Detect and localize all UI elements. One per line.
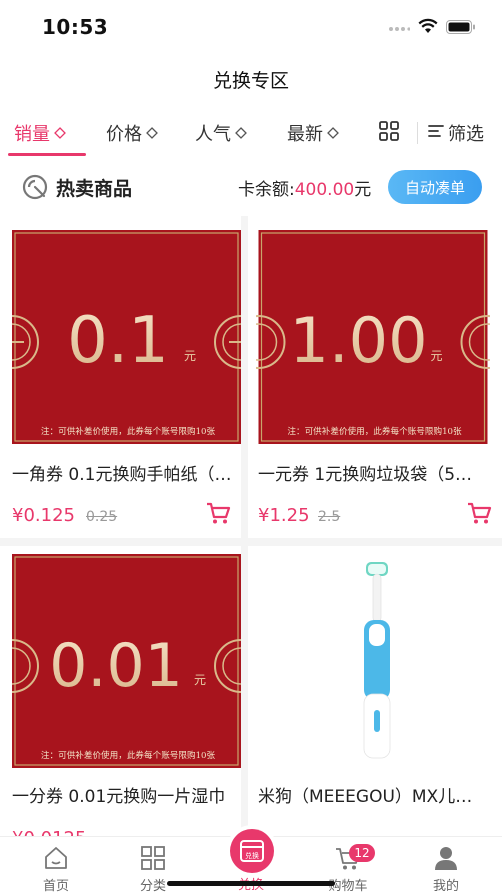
hot-title: 热卖商品: [56, 178, 133, 200]
filter-button[interactable]: 筛选: [428, 110, 484, 156]
filter-label: 筛选: [448, 124, 484, 145]
tab-category[interactable]: 分类: [103, 837, 203, 896]
product-card[interactable]: 0.1 元 注：可供补差价使用，此券每个账号限购10张 一角券 0.1元换购手帕…: [0, 216, 241, 538]
signal-icon: [388, 19, 411, 38]
profile-icon: [432, 844, 460, 872]
balance-label: 卡余额:: [238, 180, 295, 200]
category-icon: [139, 844, 167, 872]
hot-icon: [22, 174, 48, 204]
product-card[interactable]: 米狗（MEEEGOU）MX儿童电动牙刷 ¥: [248, 546, 502, 836]
balance-unit: 元: [354, 180, 372, 200]
sort-sales[interactable]: 销量: [14, 110, 66, 156]
tab-profile-label: 我的: [432, 879, 459, 894]
add-to-cart-icon[interactable]: [205, 500, 231, 526]
divider: [417, 122, 418, 144]
sort-newest-label: 最新: [287, 124, 323, 145]
filter-icon: [428, 123, 444, 144]
toothbrush-image: [256, 554, 490, 768]
coupon-image: 1.00 元 注：可供补差价使用，此券每个账号限购10张: [256, 230, 490, 444]
product-grid: 0.1 元 注：可供补差价使用，此券每个账号限购10张 一角券 0.1元换购手帕…: [0, 216, 502, 836]
coupon-unit: 元: [431, 349, 443, 363]
exchange-icon-text: 兑换: [245, 851, 259, 860]
auto-fill-button[interactable]: 自动凑单: [388, 170, 482, 204]
sort-popularity[interactable]: 人气: [195, 110, 247, 156]
coupon-unit: 元: [184, 349, 196, 363]
home-indicator: [167, 881, 335, 886]
exchange-icon: 兑换: [230, 829, 274, 873]
tab-exchange[interactable]: 兑换 兑换: [201, 829, 301, 896]
sort-sales-label: 销量: [14, 124, 50, 145]
sort-diamond-icon: [54, 123, 66, 144]
coupon-unit: 元: [194, 673, 206, 687]
add-to-cart-icon[interactable]: [466, 500, 492, 526]
coupon-note: 注：可供补差价使用，此券每个账号限购10张: [41, 425, 216, 437]
tab-home-label: 首页: [42, 879, 69, 894]
home-icon: [42, 844, 70, 872]
product-old-price: 0.25: [86, 509, 118, 525]
coupon-note: 注：可供补差价使用，此券每个账号限购10张: [41, 749, 216, 761]
active-tab-underline: [8, 153, 86, 156]
coupon-image: 0.01 元 注：可供补差价使用，此券每个账号限购10张: [12, 554, 241, 768]
coupon-image: 0.1 元 注：可供补差价使用，此券每个账号限购10张: [12, 230, 241, 444]
grid-icon: [378, 120, 400, 147]
product-title: 一角券 0.1元换购手帕纸（3包装）: [12, 465, 236, 485]
hot-products-bar: 热卖商品 卡余额:400.00元 自动凑单: [0, 162, 502, 212]
cart-count-badge: 12: [349, 844, 375, 862]
sort-diamond-icon: [235, 123, 247, 144]
product-card[interactable]: 1.00 元 注：可供补差价使用，此券每个账号限购10张 一元券 1元换购垃圾袋…: [248, 216, 502, 538]
product-title: 米狗（MEEEGOU）MX儿童电动牙刷: [258, 787, 482, 807]
card-balance: 卡余额:400.00元: [238, 175, 371, 200]
sort-diamond-icon: [146, 123, 158, 144]
status-time: 10:53: [42, 15, 109, 39]
tab-category-label: 分类: [139, 879, 166, 894]
product-price: ¥1.25: [258, 505, 310, 526]
battery-icon: [446, 19, 476, 38]
product-price: ¥0.0125: [12, 828, 86, 836]
grid-view-toggle[interactable]: [378, 110, 400, 156]
sort-diamond-icon: [327, 123, 339, 144]
product-title: 一元券 1元换购垃圾袋（5卷装）: [258, 465, 482, 485]
coupon-value: 1.00: [289, 304, 427, 377]
product-price: ¥0.125: [12, 505, 75, 526]
product-old-price: 2.5: [318, 509, 341, 525]
tab-home[interactable]: 首页: [6, 837, 106, 896]
coupon-note: 注：可供补差价使用，此券每个账号限购10张: [287, 425, 462, 437]
sort-bar: 销量 价格 人气 最新 筛选: [0, 110, 502, 156]
coupon-value: 0.01: [49, 631, 183, 701]
product-card[interactable]: 0.01 元 注：可供补差价使用，此券每个账号限购10张 一分券 0.01元换购…: [0, 546, 241, 836]
product-title: 一分券 0.01元换购一片湿巾: [12, 787, 226, 807]
sort-price[interactable]: 价格: [106, 110, 158, 156]
status-icons: [388, 18, 476, 38]
tab-profile[interactable]: 我的: [396, 837, 496, 896]
bottom-tab-bar: 首页 分类 兑换 兑换 购物车 12 我的: [0, 829, 502, 896]
sort-newest[interactable]: 最新: [287, 110, 339, 156]
sort-price-label: 价格: [106, 124, 142, 145]
coupon-value: 0.1: [67, 304, 169, 378]
sort-popularity-label: 人气: [195, 124, 231, 145]
wifi-icon: [418, 18, 438, 38]
page-title: 兑换专区: [212, 70, 289, 92]
balance-amount: 400.00: [294, 180, 355, 200]
status-bar: 10:53: [0, 0, 502, 54]
tab-cart[interactable]: 购物车: [298, 837, 398, 896]
